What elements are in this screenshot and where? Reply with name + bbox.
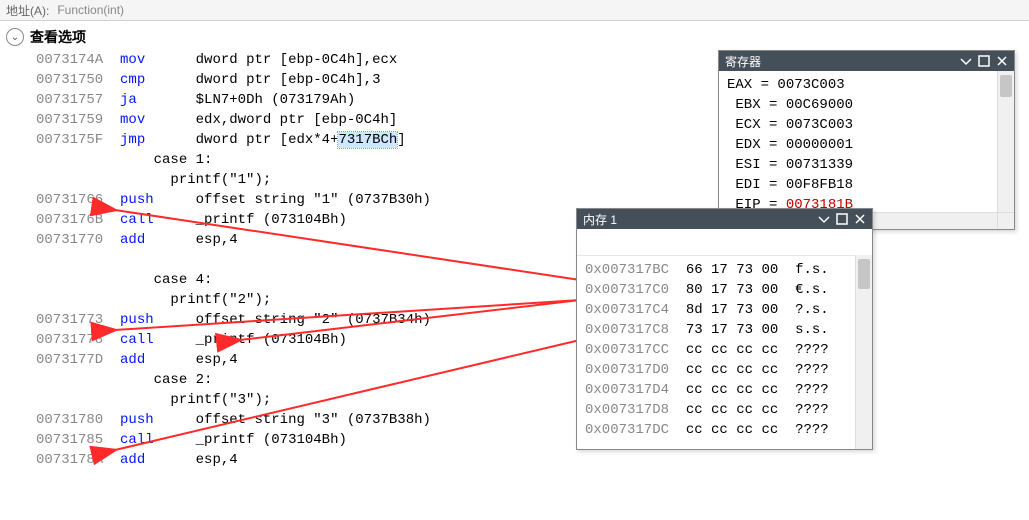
memory-row[interactable]: 0x007317CC cc cc cc cc ???? xyxy=(585,340,864,360)
disasm-line[interactable]: 00731785 call _printf (073104Bh) xyxy=(36,430,431,450)
memory-list[interactable]: 0x007317BC 66 17 73 00 f.s.0x007317C0 80… xyxy=(577,256,872,444)
register-row[interactable]: ECX = 0073C003 xyxy=(727,115,1006,135)
memory-panel[interactable]: 内存 1 0x007317BC 66 17 73 00 f.s.0x007317… xyxy=(576,208,873,450)
registers-body: EAX = 0073C003 EBX = 00C69000 ECX = 0073… xyxy=(719,71,1014,229)
disasm-line[interactable]: 0073178A add esp,4 xyxy=(36,450,431,470)
memory-row[interactable]: 0x007317C4 8d 17 73 00 ?.s. xyxy=(585,300,864,320)
disasm-line[interactable]: 0073176B call _printf (073104Bh) xyxy=(36,210,431,230)
disasm-line[interactable]: printf("1"); xyxy=(36,170,431,190)
disasm-line[interactable]: case 4: xyxy=(36,270,431,290)
memory-row[interactable]: 0x007317D0 cc cc cc cc ???? xyxy=(585,360,864,380)
memory-row[interactable]: 0x007317C8 73 17 73 00 s.s. xyxy=(585,320,864,340)
disasm-line[interactable]: 00731759 mov edx,dword ptr [ebp-0C4h] xyxy=(36,110,431,130)
address-bar: 地址(A): Function(int) xyxy=(0,0,1029,21)
close-icon[interactable] xyxy=(854,213,866,225)
disasm-line[interactable]: 00731750 cmp dword ptr [ebp-0C4h],3 xyxy=(36,70,431,90)
disasm-line[interactable]: 00731773 push offset string "2" (0737B34… xyxy=(36,310,431,330)
maximize-icon[interactable] xyxy=(836,213,848,225)
scrollbar-vertical[interactable] xyxy=(997,71,1014,229)
memory-body: 0x007317BC 66 17 73 00 f.s.0x007317C0 80… xyxy=(577,229,872,449)
disassembly-view[interactable]: 0073174A mov dword ptr [ebp-0C4h],ecx007… xyxy=(36,50,431,470)
memory-row[interactable]: 0x007317D8 cc cc cc cc ???? xyxy=(585,400,864,420)
memory-row[interactable]: 0x007317DC cc cc cc cc ???? xyxy=(585,420,864,440)
disasm-line[interactable]: 00731770 add esp,4 xyxy=(36,230,431,250)
disasm-line[interactable]: case 1: xyxy=(36,150,431,170)
register-row[interactable]: EAX = 0073C003 xyxy=(727,75,1006,95)
memory-row[interactable]: 0x007317C0 80 17 73 00 €.s. xyxy=(585,280,864,300)
address-label: 地址(A): xyxy=(6,2,49,19)
registers-panel[interactable]: 寄存器 EAX = 0073C003 EBX = 00C69000 ECX = … xyxy=(718,50,1015,230)
view-options-row[interactable]: ⌄ 查看选项 xyxy=(0,21,1029,53)
scrollbar-vertical[interactable] xyxy=(855,255,872,449)
register-row[interactable]: EDX = 00000001 xyxy=(727,135,1006,155)
disasm-line[interactable]: printf("2"); xyxy=(36,290,431,310)
disasm-line[interactable]: 00731766 push offset string "1" (0737B30… xyxy=(36,190,431,210)
memory-toolbar xyxy=(577,229,872,256)
dropdown-icon[interactable] xyxy=(818,213,830,225)
memory-title-bar[interactable]: 内存 1 xyxy=(577,209,872,229)
disasm-line[interactable]: 00731757 ja $LN7+0Dh (073179Ah) xyxy=(36,90,431,110)
view-options-label: 查看选项 xyxy=(30,27,86,47)
expand-icon[interactable]: ⌄ xyxy=(6,28,24,46)
register-row[interactable]: EBX = 00C69000 xyxy=(727,95,1006,115)
memory-title: 内存 1 xyxy=(583,211,617,228)
disasm-line[interactable]: 00731778 call _printf (073104Bh) xyxy=(36,330,431,350)
close-icon[interactable] xyxy=(996,55,1008,67)
disasm-line[interactable]: 0073174A mov dword ptr [ebp-0C4h],ecx xyxy=(36,50,431,70)
scrollbar-corner xyxy=(997,212,1014,229)
disasm-line[interactable]: printf("3"); xyxy=(36,390,431,410)
registers-list[interactable]: EAX = 0073C003 EBX = 00C69000 ECX = 0073… xyxy=(719,71,1014,213)
maximize-icon[interactable] xyxy=(978,55,990,67)
disasm-line[interactable]: 0073177D add esp,4 xyxy=(36,350,431,370)
disasm-line[interactable]: 0073175F jmp dword ptr [edx*4+7317BCh] xyxy=(36,130,431,150)
registers-title-bar[interactable]: 寄存器 xyxy=(719,51,1014,71)
dropdown-icon[interactable] xyxy=(960,55,972,67)
memory-row[interactable]: 0x007317D4 cc cc cc cc ???? xyxy=(585,380,864,400)
registers-title: 寄存器 xyxy=(725,53,761,70)
register-row[interactable]: ESI = 00731339 xyxy=(727,155,1006,175)
disasm-line[interactable] xyxy=(36,250,431,270)
disasm-line[interactable]: case 2: xyxy=(36,370,431,390)
disasm-line[interactable]: 00731780 push offset string "3" (0737B38… xyxy=(36,410,431,430)
register-row[interactable]: EDI = 00F8FB18 xyxy=(727,175,1006,195)
function-name: Function(int) xyxy=(57,3,124,17)
memory-row[interactable]: 0x007317BC 66 17 73 00 f.s. xyxy=(585,260,864,280)
